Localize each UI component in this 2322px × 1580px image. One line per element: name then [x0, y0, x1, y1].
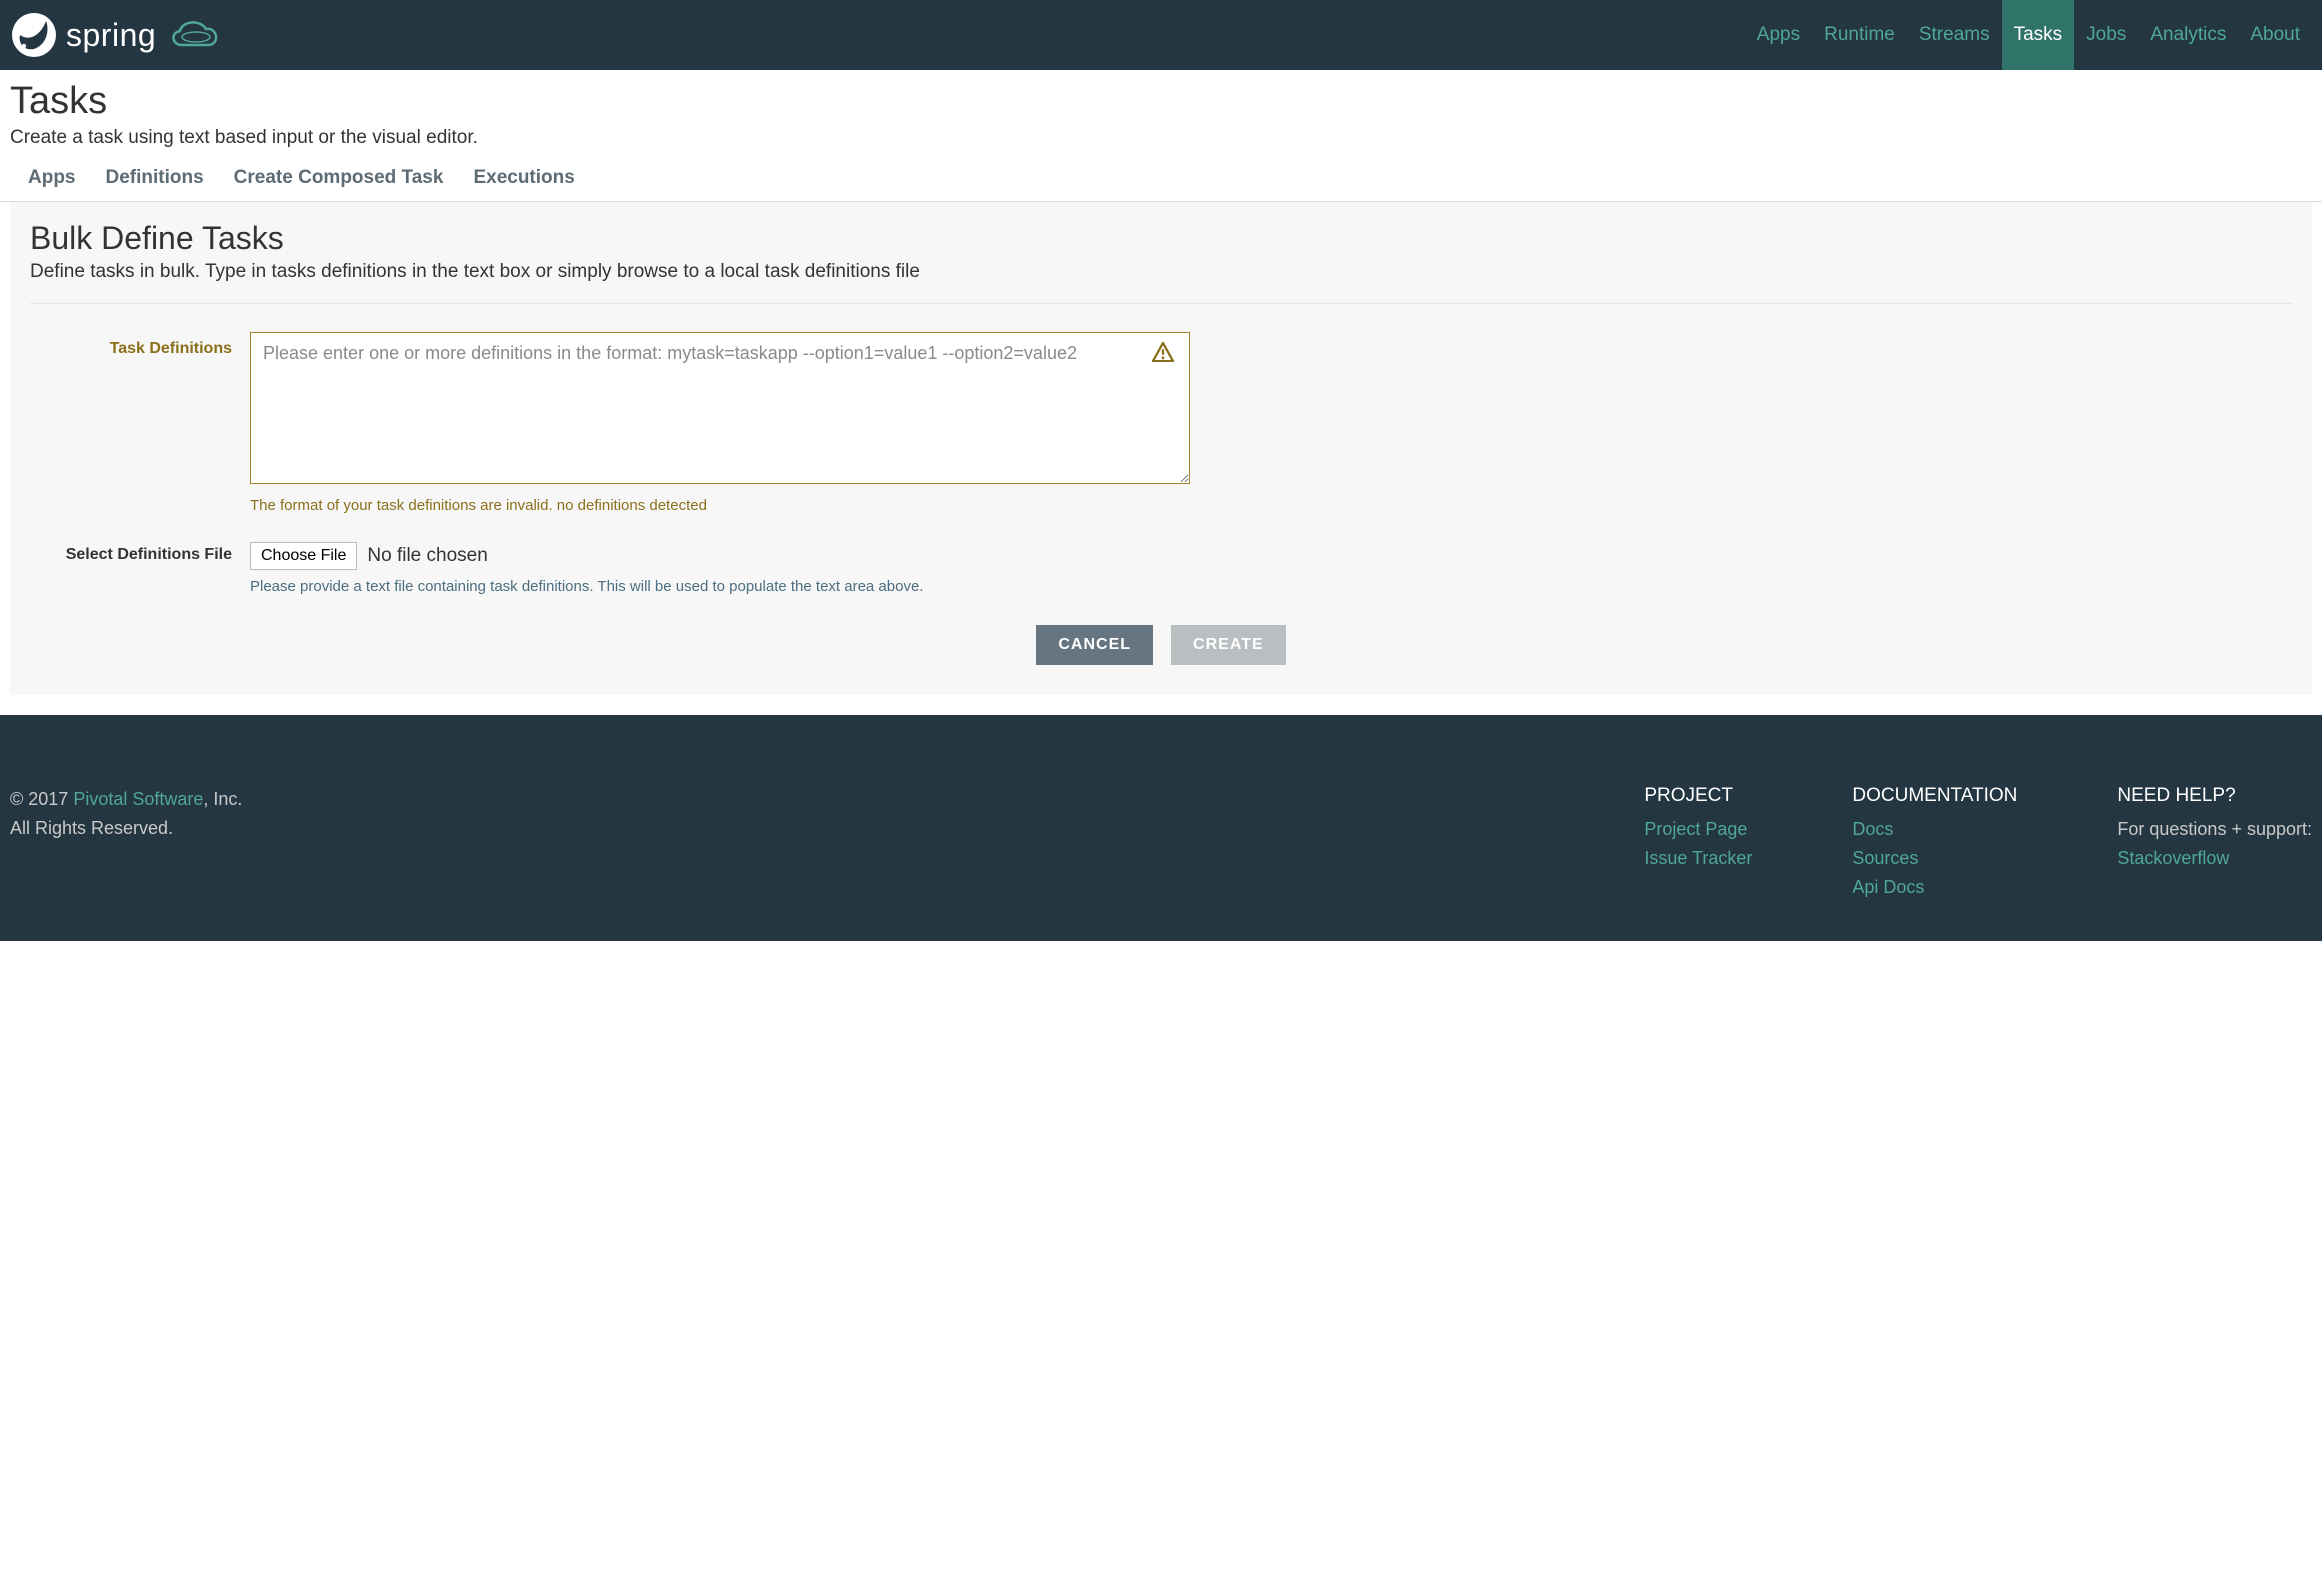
warning-icon: [1152, 342, 1174, 362]
action-buttons: CANCEL CREATE: [30, 625, 2292, 665]
brand-text: spring: [66, 17, 156, 54]
section-title: Bulk Define Tasks: [30, 220, 2292, 257]
footer-link-stackoverflow[interactable]: Stackoverflow: [2117, 844, 2312, 873]
brand-logo[interactable]: spring: [10, 11, 224, 59]
footer-link-issue-tracker[interactable]: Issue Tracker: [1644, 844, 1752, 873]
cloud-badge-icon: [164, 15, 224, 55]
rights-line: All Rights Reserved.: [10, 814, 1644, 843]
nav-tasks[interactable]: Tasks: [2002, 0, 2075, 70]
footer-col-project: PROJECT Project Page Issue Tracker: [1644, 785, 1752, 901]
content-panel: Bulk Define Tasks Define tasks in bulk. …: [10, 202, 2312, 695]
task-definitions-label: Task Definitions: [30, 332, 250, 514]
create-button[interactable]: CREATE: [1171, 625, 1286, 665]
choose-file-button[interactable]: Choose File: [250, 542, 357, 570]
copyright-line: © 2017 Pivotal Software, Inc.: [10, 785, 1644, 814]
task-definitions-error: The format of your task definitions are …: [250, 497, 1190, 514]
task-definitions-textarea[interactable]: [250, 332, 1190, 484]
nav-streams[interactable]: Streams: [1907, 0, 2002, 70]
nav-analytics[interactable]: Analytics: [2138, 0, 2238, 70]
footer-heading-documentation: DOCUMENTATION: [1852, 785, 2017, 807]
cancel-button[interactable]: CANCEL: [1036, 625, 1153, 665]
footer-help-text: For questions + support:: [2117, 815, 2312, 844]
footer: © 2017 Pivotal Software, Inc. All Rights…: [0, 715, 2322, 941]
top-header: spring Apps Runtime Streams Tasks Jobs A…: [0, 0, 2322, 70]
nav-apps[interactable]: Apps: [1745, 0, 1812, 70]
footer-heading-project: PROJECT: [1644, 785, 1752, 807]
row-task-definitions: Task Definitions The format of your task…: [30, 332, 2292, 514]
file-chosen-status: No file chosen: [367, 545, 487, 567]
footer-heading-help: NEED HELP?: [2117, 785, 2312, 807]
tab-executions[interactable]: Executions: [473, 167, 574, 189]
footer-col-documentation: DOCUMENTATION Docs Sources Api Docs: [1852, 785, 2017, 901]
tab-apps[interactable]: Apps: [28, 167, 76, 189]
footer-link-api-docs[interactable]: Api Docs: [1852, 873, 2017, 902]
subtabs: Apps Definitions Create Composed Task Ex…: [0, 167, 2322, 202]
section-subtitle: Define tasks in bulk. Type in tasks defi…: [30, 261, 2292, 304]
footer-link-sources[interactable]: Sources: [1852, 844, 2017, 873]
select-file-label: Select Definitions File: [30, 542, 250, 595]
footer-link-project-page[interactable]: Project Page: [1644, 815, 1752, 844]
spring-leaf-icon: [10, 11, 58, 59]
page-subtitle: Create a task using text based input or …: [10, 127, 2312, 149]
tab-definitions[interactable]: Definitions: [106, 167, 204, 189]
page-title: Tasks: [10, 80, 2312, 123]
file-helper-text: Please provide a text file containing ta…: [250, 578, 1190, 595]
footer-col-help: NEED HELP? For questions + support: Stac…: [2117, 785, 2312, 901]
nav-runtime[interactable]: Runtime: [1812, 0, 1907, 70]
page-header: Tasks Create a task using text based inp…: [0, 70, 2322, 167]
nav-jobs[interactable]: Jobs: [2074, 0, 2138, 70]
footer-link-docs[interactable]: Docs: [1852, 815, 2017, 844]
primary-nav: Apps Runtime Streams Tasks Jobs Analytic…: [1745, 0, 2312, 70]
pivotal-link[interactable]: Pivotal Software: [73, 789, 203, 809]
tab-create-composed-task[interactable]: Create Composed Task: [234, 167, 444, 189]
nav-about[interactable]: About: [2238, 0, 2312, 70]
row-select-file: Select Definitions File Choose File No f…: [30, 542, 2292, 595]
